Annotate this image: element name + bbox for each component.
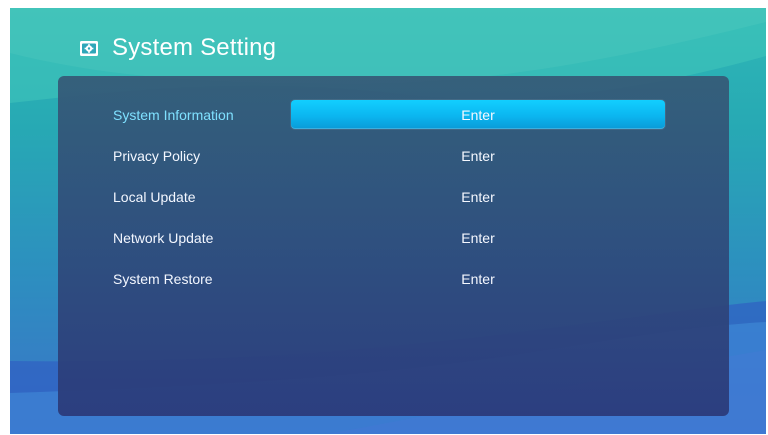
settings-row-label: Privacy Policy: [113, 148, 201, 164]
enter-button[interactable]: Enter: [291, 100, 665, 129]
enter-button[interactable]: Enter: [291, 223, 665, 252]
page-title: System Setting: [112, 34, 277, 61]
page-title-bar: System Setting: [78, 36, 276, 60]
settings-row-network-update[interactable]: Network Update Enter: [58, 223, 729, 254]
settings-panel: System Information Enter Privacy Policy …: [58, 76, 729, 416]
enter-button[interactable]: Enter: [291, 182, 665, 211]
settings-row-local-update[interactable]: Local Update Enter: [58, 182, 729, 213]
settings-row-system-information[interactable]: System Information Enter: [58, 100, 729, 131]
projector-settings-screen: System Setting System Information Enter …: [10, 8, 766, 434]
settings-row-label: System Information: [113, 107, 234, 123]
settings-row-label: System Restore: [113, 271, 213, 287]
settings-row-privacy-policy[interactable]: Privacy Policy Enter: [58, 141, 729, 172]
settings-row-label: Local Update: [113, 189, 196, 205]
settings-box-icon: [80, 41, 98, 56]
enter-button[interactable]: Enter: [291, 141, 665, 170]
settings-row-label: Network Update: [113, 230, 214, 246]
enter-button[interactable]: Enter: [291, 264, 665, 293]
settings-row-system-restore[interactable]: System Restore Enter: [58, 264, 729, 295]
